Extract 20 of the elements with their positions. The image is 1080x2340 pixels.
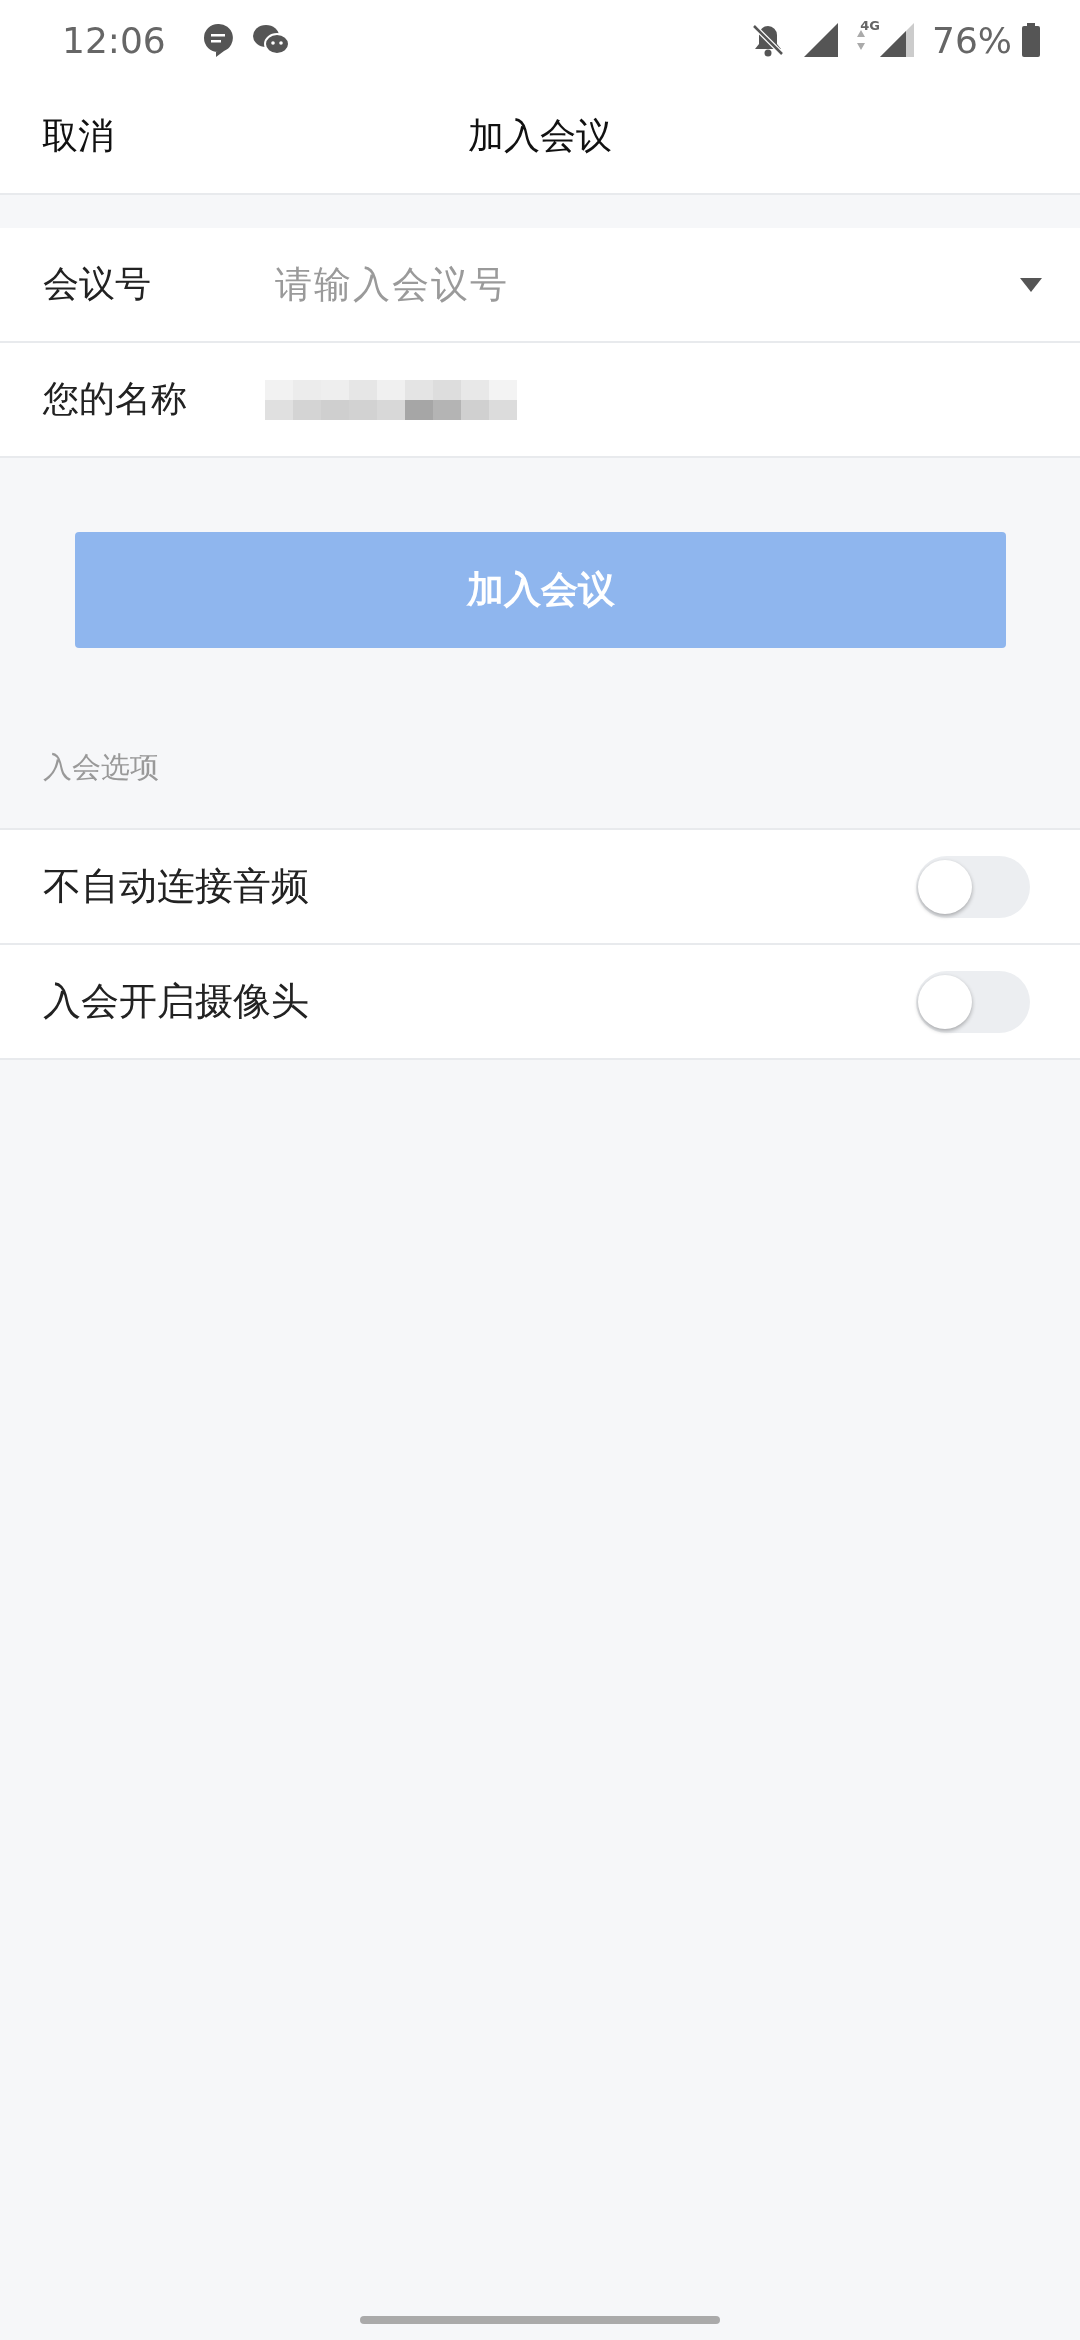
message-icon bbox=[201, 22, 234, 58]
cancel-button[interactable]: 取消 bbox=[42, 112, 114, 161]
data-arrows-icon bbox=[856, 29, 867, 51]
signal-icon bbox=[880, 23, 914, 57]
toggle-switch[interactable] bbox=[916, 855, 1030, 918]
option-label: 不自动连接音频 bbox=[43, 863, 310, 910]
option-label: 入会开启摄像头 bbox=[43, 978, 310, 1025]
battery-icon bbox=[1022, 23, 1040, 57]
field-label: 会议号 bbox=[0, 228, 275, 341]
network-type: 4G bbox=[860, 18, 880, 33]
signal-icon bbox=[804, 23, 839, 57]
meeting-number-field[interactable]: 请输入会议号 bbox=[275, 228, 1020, 341]
toggle-switch[interactable] bbox=[916, 970, 1030, 1033]
gesture-bar[interactable] bbox=[360, 2316, 720, 2324]
section-title: 入会选项 bbox=[43, 750, 159, 784]
battery-percentage: 76% bbox=[932, 19, 1012, 61]
page-title: 加入会议 bbox=[468, 114, 612, 158]
dropdown-caret-icon[interactable] bbox=[1020, 277, 1042, 292]
status-time: 12:06 bbox=[62, 19, 166, 61]
chat-bubbles-icon bbox=[251, 24, 290, 56]
